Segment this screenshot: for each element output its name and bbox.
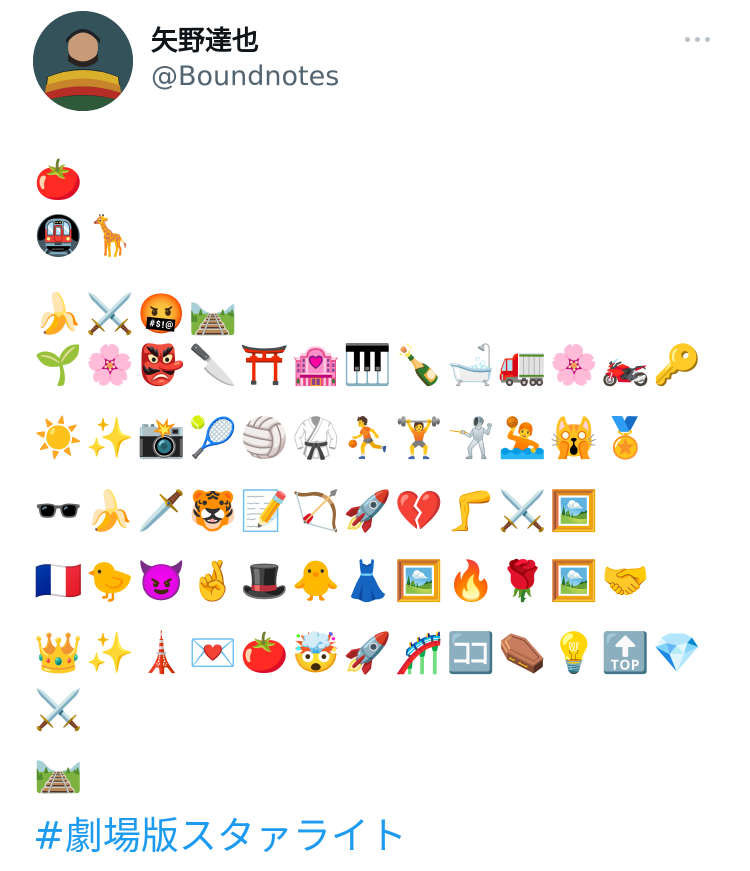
tweet-text-line: 🇫🇷🐤😈🤞🎩🐥👗🖼🔥🌹🖼🤝: [34, 558, 653, 604]
tweet-text-line: 🍅: [34, 157, 86, 203]
tweet-text-line: 🍌⚔🤬🛤: [34, 291, 241, 337]
user-handle[interactable]: @Boundnotes: [151, 61, 339, 92]
hashtag-link[interactable]: #劇場版スタァライト: [33, 810, 407, 862]
more-horizontal-icon: [684, 36, 690, 42]
more-options-button[interactable]: [679, 27, 715, 51]
display-name[interactable]: 矢野達也: [151, 19, 259, 58]
tweet-text-line: ☀✨📸🎾🏐🥋⛹🏋🤺🤽🙀🏅: [34, 415, 653, 461]
tweet-text-line: 🚇🦒: [34, 213, 138, 259]
tweet-text-line: ⚔: [34, 687, 86, 733]
tweet-text-line: 🛤: [34, 749, 86, 795]
more-horizontal-icon: [704, 36, 710, 42]
avatar[interactable]: [33, 11, 133, 111]
tweet-text-line: 👑✨🗼💌🍅🤯🚀🎢🈁⚰💡🔝💎: [34, 630, 705, 676]
tweet-card: 矢野達也 @Boundnotes 🍅 🚇🦒 🍌⚔🤬🛤 🌱🌸👺🔪⛩🏩🎹🍾🛁🚛🌸🏍🔑…: [0, 0, 750, 871]
tweet-header: 矢野達也 @Boundnotes: [33, 11, 723, 111]
more-horizontal-icon: [694, 36, 700, 42]
tweet-text-line: 🕶🍌🗡🐯📝🏹🚀💔🦵⚔🖼: [34, 488, 602, 534]
profile-photo: [33, 11, 133, 111]
tweet-text-line: 🌱🌸👺🔪⛩🏩🎹🍾🛁🚛🌸🏍🔑: [34, 342, 705, 388]
